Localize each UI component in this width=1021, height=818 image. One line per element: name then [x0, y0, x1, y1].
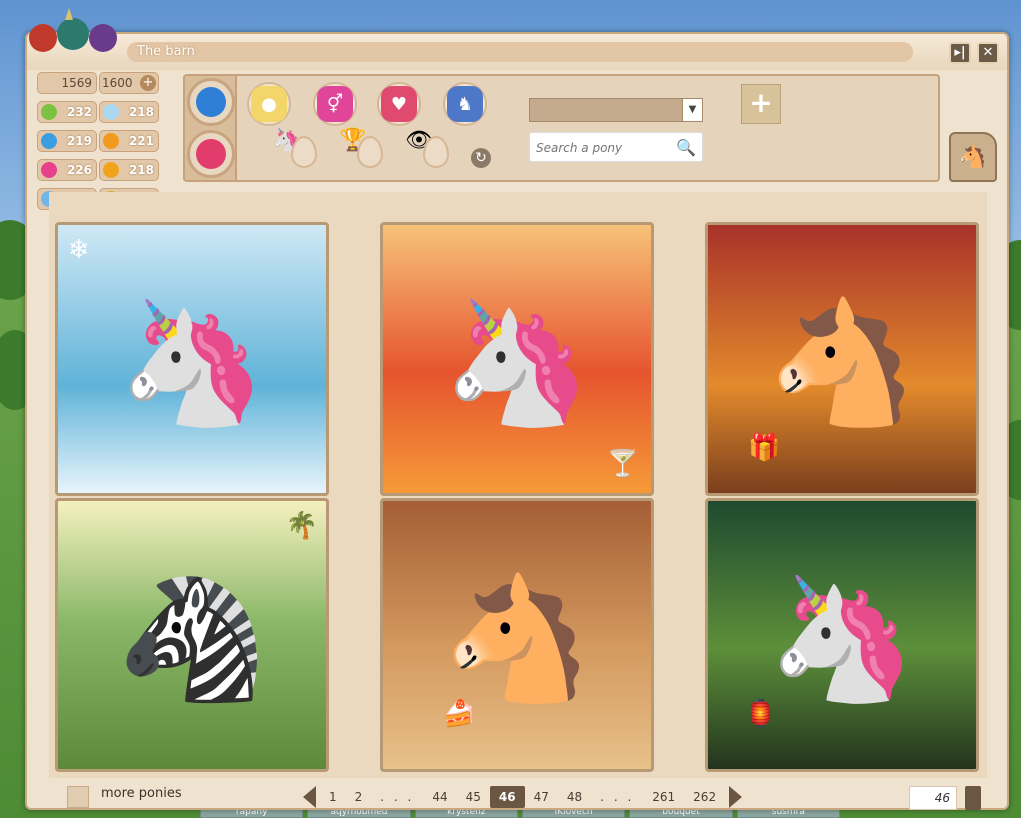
- page-ellipsis: . . .: [600, 790, 635, 804]
- money-counter: 1569: [37, 72, 97, 94]
- chevron-down-icon[interactable]: ▼: [682, 99, 702, 121]
- collapse-button[interactable]: ▸|: [949, 42, 971, 64]
- stat-apple: 232: [37, 101, 97, 123]
- money-max-value: 1600: [102, 76, 133, 90]
- pony-heads-logo: [29, 8, 117, 52]
- bottle-icon: 🍸: [606, 449, 639, 479]
- filter-gender-button[interactable]: ⚥: [313, 82, 357, 126]
- stat-paw-orange: 218: [99, 159, 159, 181]
- filter-color-button[interactable]: ●: [247, 82, 291, 126]
- page-link[interactable]: 48: [558, 786, 591, 808]
- search-input[interactable]: [536, 139, 676, 157]
- add-filter-button[interactable]: +: [741, 84, 781, 124]
- folder-view-button[interactable]: [187, 78, 235, 126]
- trophy-filter-drop[interactable]: 🏆: [339, 128, 383, 172]
- pony-card[interactable]: 🏮 🦄: [705, 498, 979, 772]
- search-box: 🔍: [529, 132, 703, 162]
- page-link[interactable]: 2: [346, 786, 372, 808]
- pony-card[interactable]: 🎁 🐴: [705, 222, 979, 496]
- sort-select[interactable]: ▼: [529, 98, 703, 122]
- pony-image: 🦄: [117, 294, 267, 434]
- stat-heart: 226: [37, 159, 97, 181]
- pony-image: 🐴: [767, 294, 917, 434]
- title-bar: The barn ▸| ✕: [27, 8, 1007, 70]
- barn-window: The barn ▸| ✕ 1569 1600 + 232 218 219 22…: [25, 8, 1009, 810]
- go-page-button[interactable]: [965, 786, 981, 810]
- close-button[interactable]: ✕: [977, 42, 999, 64]
- carrot-icon: [103, 133, 119, 149]
- pony-image: 🦄: [767, 570, 917, 710]
- stat-paw-blue: 219: [37, 130, 97, 152]
- page-number-input[interactable]: 46: [909, 786, 957, 810]
- view-switcher: [185, 76, 237, 180]
- color-palette-icon: ●: [251, 86, 287, 122]
- next-page-icon[interactable]: [729, 786, 743, 808]
- palm-icon: 🌴: [285, 511, 318, 541]
- cloud-icon: [103, 104, 119, 120]
- drop-slot-icon: [423, 136, 449, 168]
- paw-blue-icon: [41, 133, 57, 149]
- paw-orange-icon: [103, 162, 119, 178]
- pony-image: 🐴: [442, 570, 592, 710]
- more-ponies-checkbox[interactable]: [67, 786, 89, 808]
- pony-image: 🦄: [442, 294, 592, 434]
- page-link[interactable]: 262: [684, 786, 725, 808]
- refresh-icon[interactable]: ↻: [471, 148, 491, 168]
- add-money-icon[interactable]: +: [140, 75, 156, 91]
- heart-icon: [41, 162, 57, 178]
- money-value: 1569: [61, 76, 92, 90]
- pony-card[interactable]: 🍰 🐴: [380, 498, 654, 772]
- search-icon[interactable]: 🔍: [676, 138, 696, 157]
- pony-export-icon: 🐴: [959, 144, 987, 170]
- filter-breed-button[interactable]: ♞: [443, 82, 487, 126]
- pony-image: 🦓: [117, 570, 267, 710]
- unicorn-filter-drop[interactable]: 🦄: [273, 128, 317, 172]
- drop-slot-icon: [291, 136, 317, 168]
- pink-star-icon: [196, 139, 226, 169]
- stat-value: 221: [128, 134, 154, 148]
- pager: 1 2 . . . 44 45 46 47 48 . . . 261 262: [303, 786, 743, 808]
- stat-value: 226: [66, 163, 92, 177]
- pony-card[interactable]: 🍸 🦄: [380, 222, 654, 496]
- page-link[interactable]: 47: [525, 786, 558, 808]
- pagination-bar: more ponies 1 2 . . . 44 45 46 47 48 . .…: [27, 778, 1007, 810]
- favorites-view-button[interactable]: [187, 130, 235, 178]
- money-max-counter: 1600 +: [99, 72, 159, 94]
- filter-love-button[interactable]: ♥: [377, 82, 421, 126]
- stat-value: 218: [128, 105, 154, 119]
- export-pony-button[interactable]: 🐴: [949, 132, 997, 182]
- pony-card[interactable]: 🌴 🦓: [55, 498, 329, 772]
- blue-folder-icon: [196, 87, 226, 117]
- pony-couple-icon: ♞: [447, 86, 483, 122]
- stat-value: 218: [128, 163, 154, 177]
- pony-grid: ❄ 🦄 🍸 🦄 🎁 🐴 🌴 🦓 🍰 🐴 🏮 🦄: [49, 192, 987, 778]
- heart-ring-icon: ♥: [381, 86, 417, 122]
- gift-icon: 🎁: [748, 433, 781, 463]
- window-title: The barn: [127, 42, 913, 62]
- prev-page-icon[interactable]: [303, 786, 316, 808]
- more-ponies-label: more ponies: [101, 786, 182, 801]
- stat-cloud: 218: [99, 101, 159, 123]
- pony-card[interactable]: ❄ 🦄: [55, 222, 329, 496]
- stat-carrot: 221: [99, 130, 159, 152]
- snowflake-icon: ❄: [68, 235, 90, 265]
- page-link[interactable]: 261: [643, 786, 684, 808]
- stat-value: 232: [66, 105, 92, 119]
- page-link[interactable]: 44: [423, 786, 456, 808]
- filter-toolbar: ● ⚥ ♥ ♞ 🦄 🏆 👁 ↻ ▼ 🔍: [183, 74, 940, 182]
- page-link[interactable]: 1: [320, 786, 346, 808]
- page-ellipsis: . . .: [380, 790, 415, 804]
- gender-icon: ⚥: [317, 86, 353, 122]
- page-link[interactable]: 45: [457, 786, 490, 808]
- current-page: 46: [489, 786, 525, 808]
- stat-value: 219: [66, 134, 92, 148]
- apple-icon: [41, 104, 57, 120]
- drop-slot-icon: [357, 136, 383, 168]
- eye-filter-drop[interactable]: 👁: [405, 128, 449, 172]
